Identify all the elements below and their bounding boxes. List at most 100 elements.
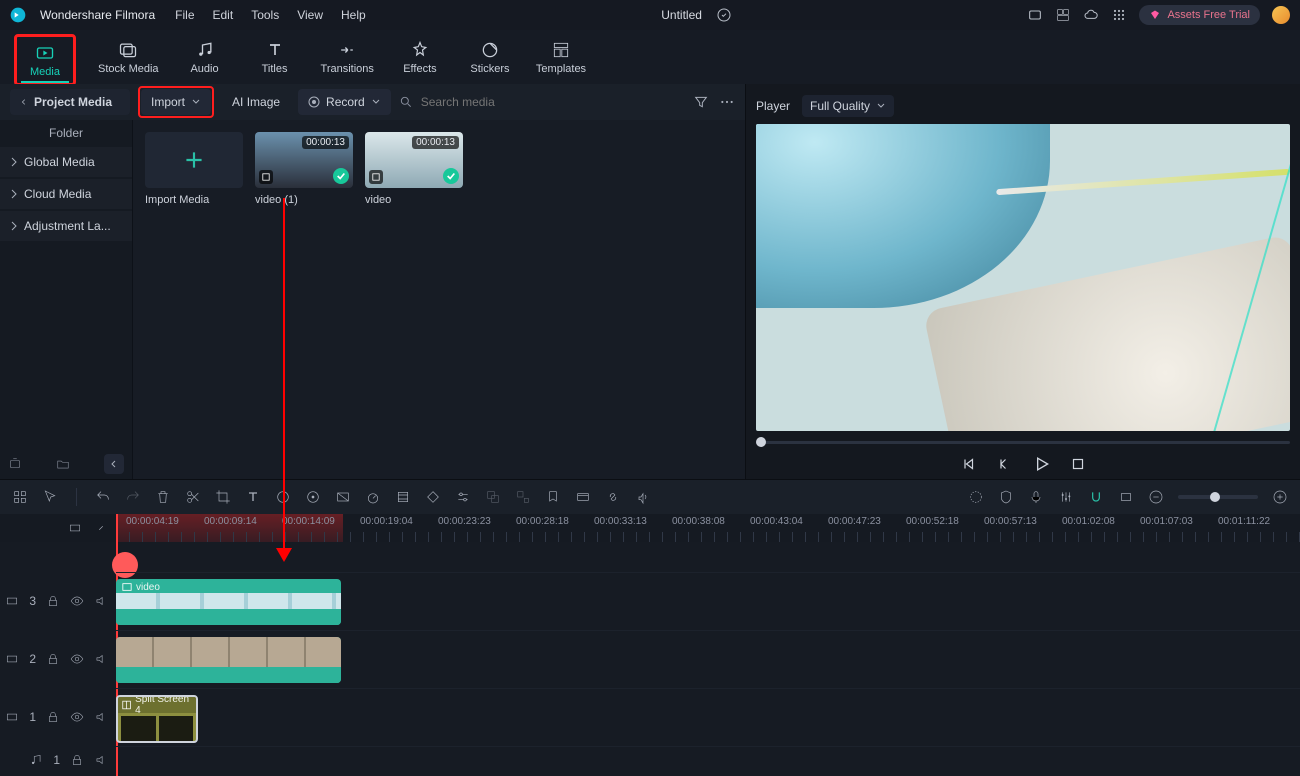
visibility-icon[interactable] (70, 710, 84, 724)
mixer-icon[interactable] (1058, 489, 1074, 505)
tab-effects[interactable]: Effects (396, 34, 444, 80)
split-icon[interactable] (185, 489, 201, 505)
more-options-icon[interactable] (719, 94, 735, 110)
new-bin-icon[interactable] (8, 457, 22, 471)
media-grid: Import Media 00:00:13 video (1) 00:00:13 (133, 120, 745, 479)
tab-stickers[interactable]: Stickers (466, 34, 514, 80)
sidebar-item-adjustment-layer[interactable]: Adjustment La... (0, 211, 132, 241)
track-link-icon[interactable] (94, 521, 108, 535)
filter-icon[interactable] (693, 94, 709, 110)
menu-view[interactable]: View (297, 8, 323, 22)
lock-icon[interactable] (46, 652, 60, 666)
menu-file[interactable]: File (175, 8, 194, 22)
preview-viewport[interactable] (756, 124, 1290, 431)
pointer-icon[interactable] (42, 489, 58, 505)
detect-icon[interactable] (395, 489, 411, 505)
clip-video-1[interactable] (116, 637, 341, 683)
tab-transitions[interactable]: Transitions (321, 34, 374, 80)
new-folder-icon[interactable] (56, 457, 70, 471)
tab-templates[interactable]: Templates (536, 34, 586, 80)
lock-icon[interactable] (70, 753, 84, 767)
prev-frame-icon[interactable] (959, 455, 977, 473)
cloud-status-icon (716, 7, 732, 23)
redo-icon[interactable] (125, 489, 141, 505)
tab-media[interactable]: Media (21, 37, 69, 83)
import-button[interactable]: Import (141, 89, 211, 115)
visibility-icon[interactable] (70, 652, 84, 666)
adjust-icon[interactable] (455, 489, 471, 505)
menu-help[interactable]: Help (341, 8, 366, 22)
user-avatar[interactable] (1272, 6, 1290, 24)
smart-icon[interactable] (968, 489, 984, 505)
clip-type-icon (259, 170, 273, 184)
import-media-card[interactable]: Import Media (145, 132, 243, 206)
search-icon (399, 95, 413, 109)
media-card-video[interactable]: 00:00:13 video (365, 132, 463, 206)
chevron-down-icon (191, 97, 201, 107)
visibility-icon[interactable] (70, 594, 84, 608)
keyframe-icon[interactable] (425, 489, 441, 505)
undo-icon[interactable] (95, 489, 111, 505)
mute-icon[interactable] (94, 710, 108, 724)
tab-stock-media[interactable]: Stock Media (98, 34, 159, 80)
mask-icon[interactable] (335, 489, 351, 505)
delete-icon[interactable] (155, 489, 171, 505)
color-icon[interactable] (275, 489, 291, 505)
assets-free-trial-pill[interactable]: Assets Free Trial (1139, 5, 1260, 25)
link-icon[interactable] (605, 489, 621, 505)
menu-edit[interactable]: Edit (213, 8, 234, 22)
ai-image-button[interactable]: AI Image (222, 89, 290, 115)
timeline-ruler[interactable]: 00:00:00:0000:00:04:1900:00:09:1400:00:1… (116, 514, 1300, 542)
chevron-right-icon (10, 157, 18, 167)
cloud-upload-icon[interactable] (1083, 7, 1099, 23)
mute-icon[interactable] (94, 652, 108, 666)
marker-icon[interactable] (545, 489, 561, 505)
sidebar-item-global-media[interactable]: Global Media (0, 147, 132, 177)
media-top-row: Project Media Import AI Image Record (0, 84, 745, 120)
zoom-out-icon[interactable] (1148, 489, 1164, 505)
text-icon[interactable] (245, 489, 261, 505)
crop-icon[interactable] (215, 489, 231, 505)
lock-icon[interactable] (46, 710, 60, 724)
record-button[interactable]: Record (298, 89, 391, 115)
play-icon[interactable] (1031, 454, 1051, 474)
screenshot-icon[interactable] (1027, 7, 1043, 23)
used-check-icon (443, 168, 459, 184)
mute-icon[interactable] (94, 594, 108, 608)
tab-audio[interactable]: Audio (181, 34, 229, 80)
audio-track-icon (29, 753, 43, 767)
media-card-video-1[interactable]: 00:00:13 video (1) (255, 132, 353, 206)
sidebar-item-cloud-media[interactable]: Cloud Media (0, 179, 132, 209)
zoom-in-icon[interactable] (1272, 489, 1288, 505)
zoom-slider[interactable] (1178, 495, 1258, 499)
timeline-panel: 00:00:00:0000:00:04:1900:00:09:1400:00:1… (0, 479, 1300, 776)
clip-video[interactable]: video (116, 579, 341, 625)
group-icon[interactable] (485, 489, 501, 505)
preview-scrub[interactable] (756, 435, 1290, 449)
search-media[interactable] (399, 94, 685, 110)
shield-icon[interactable] (998, 489, 1014, 505)
motion-icon[interactable] (305, 489, 321, 505)
lock-icon[interactable] (46, 594, 60, 608)
mute-icon[interactable] (94, 753, 108, 767)
fit-icon[interactable] (1118, 489, 1134, 505)
step-back-icon[interactable] (995, 455, 1013, 473)
audio-sync-icon[interactable] (635, 489, 651, 505)
mic-icon[interactable] (1028, 489, 1044, 505)
stop-icon[interactable] (1069, 455, 1087, 473)
track-header-icon[interactable] (68, 521, 82, 535)
apps-icon[interactable] (1111, 7, 1127, 23)
timeline-toolbar (0, 480, 1300, 514)
menu-tools[interactable]: Tools (251, 8, 279, 22)
clip-split-screen[interactable]: Split Screen 4 (116, 695, 198, 743)
speed-icon[interactable] (365, 489, 381, 505)
search-input[interactable] (419, 94, 683, 110)
tab-titles[interactable]: Titles (251, 34, 299, 80)
ungroup-icon[interactable] (515, 489, 531, 505)
render-icon[interactable] (575, 489, 591, 505)
apps-mini-icon[interactable] (12, 489, 28, 505)
image-grid-icon[interactable] (1055, 7, 1071, 23)
sidebar-collapse-button[interactable] (104, 454, 124, 474)
snap-icon[interactable] (1088, 489, 1104, 505)
quality-select[interactable]: Full Quality (802, 95, 894, 117)
